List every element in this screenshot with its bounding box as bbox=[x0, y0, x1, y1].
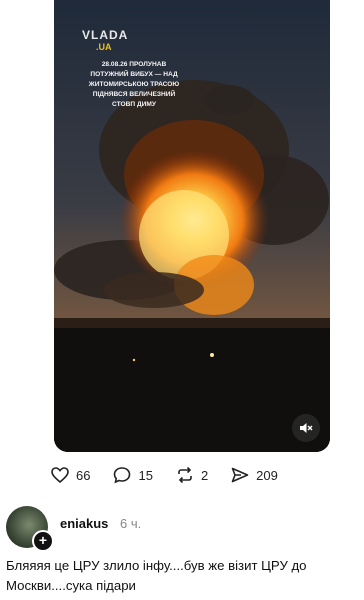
like-button[interactable]: 66 bbox=[50, 465, 90, 485]
like-count: 66 bbox=[76, 467, 91, 483]
share-button[interactable]: 209 bbox=[230, 465, 278, 485]
mute-button[interactable] bbox=[292, 414, 320, 442]
repost-button[interactable]: 2 bbox=[175, 465, 208, 485]
comment-time: 6 ч. bbox=[120, 516, 142, 531]
comment-username[interactable]: eniakus bbox=[60, 516, 108, 531]
avatar[interactable]: + bbox=[6, 506, 54, 552]
plus-icon[interactable]: + bbox=[32, 530, 54, 552]
repost-count: 2 bbox=[200, 467, 209, 483]
share-count: 209 bbox=[256, 467, 278, 483]
repost-icon bbox=[178, 466, 192, 484]
post-actions: 66 15 2 209 bbox=[50, 460, 330, 490]
brand-logo: VLADA .UA bbox=[82, 28, 142, 52]
comment-count: 15 bbox=[138, 467, 153, 483]
muted-speaker-icon bbox=[300, 423, 313, 433]
speech-bubble-icon bbox=[114, 467, 131, 484]
brand-name: VLADA bbox=[82, 28, 129, 42]
video-post[interactable]: VLADA .UA 28.08.26 ПРОЛУНАВ ПОТУЖНИЙ ВИБ… bbox=[54, 0, 330, 452]
send-icon bbox=[231, 467, 249, 483]
comment-text: Бляяяя це ЦРУ злило інфу....був же візит… bbox=[6, 558, 307, 593]
comment-button[interactable]: 15 bbox=[112, 465, 153, 485]
heart-icon bbox=[51, 467, 69, 484]
video-caption: 28.08.26 ПРОЛУНАВ ПОТУЖНИЙ ВИБУХ — НАД Ж… bbox=[88, 61, 180, 108]
brand-domain: .UA bbox=[96, 42, 112, 52]
